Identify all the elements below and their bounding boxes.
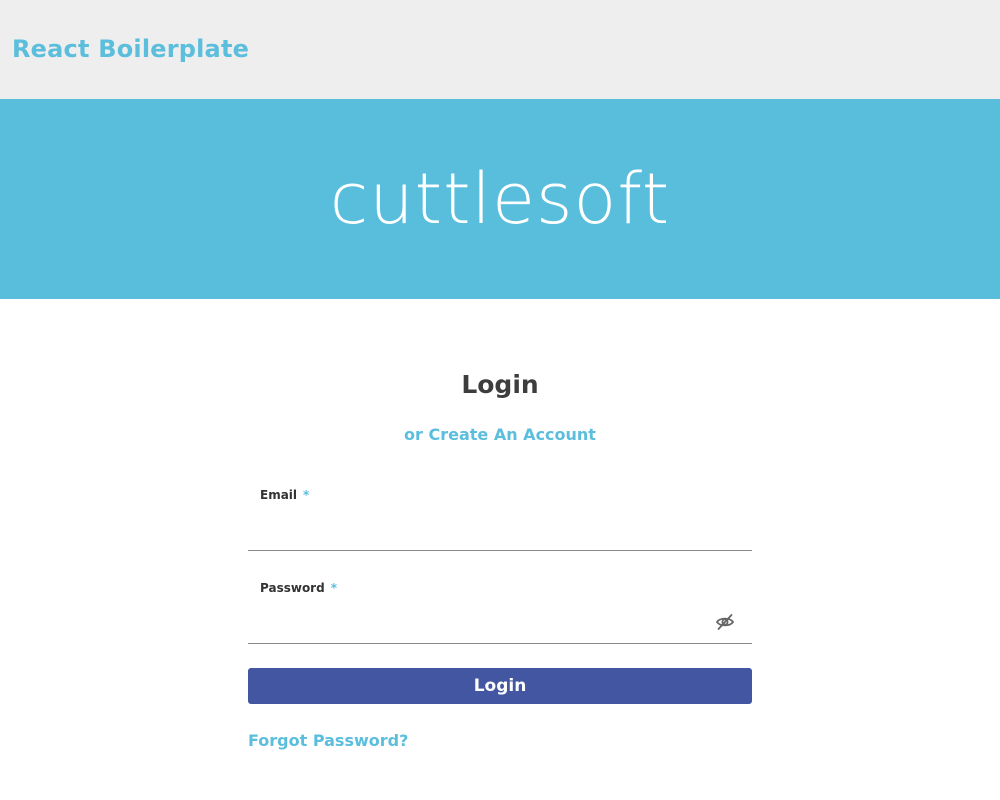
password-label-text: Password xyxy=(260,581,325,595)
email-label: Email * xyxy=(260,488,309,502)
forgot-password-link[interactable]: Forgot Password? xyxy=(248,731,408,750)
eye-slash-icon[interactable] xyxy=(714,611,736,633)
password-required-marker: * xyxy=(330,581,337,595)
email-required-marker: * xyxy=(303,488,310,502)
password-label: Password * xyxy=(260,581,337,595)
password-input[interactable] xyxy=(260,605,710,639)
email-input[interactable] xyxy=(260,512,710,546)
create-account-link[interactable]: or Create An Account xyxy=(248,425,752,444)
email-field: Email * xyxy=(248,488,752,551)
cuttlesoft-logo: cuttlesoft xyxy=(329,158,671,240)
password-field: Password * xyxy=(248,581,752,644)
email-label-text: Email xyxy=(260,488,298,502)
top-navbar: React Boilerplate xyxy=(0,0,1000,99)
login-button[interactable]: Login xyxy=(248,668,752,704)
page-title: Login xyxy=(461,370,539,399)
hero-banner: cuttlesoft xyxy=(0,99,1000,299)
brand-link[interactable]: React Boilerplate xyxy=(12,35,249,63)
